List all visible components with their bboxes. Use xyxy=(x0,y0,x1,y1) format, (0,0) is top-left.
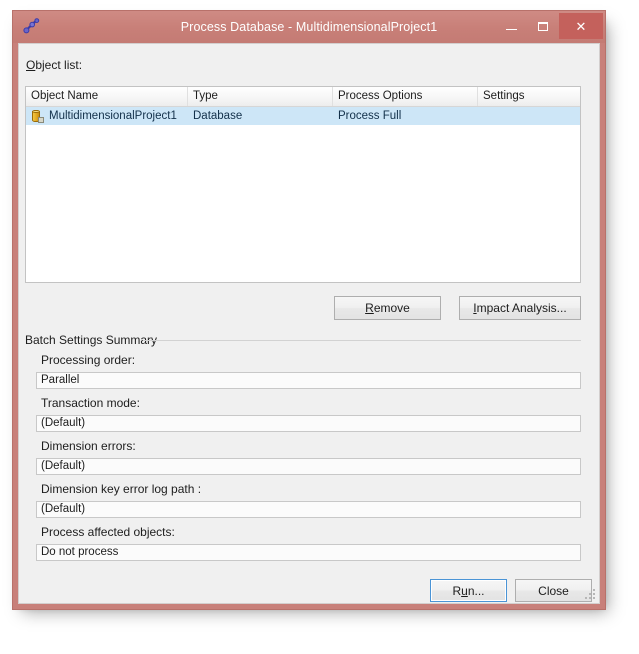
resize-grip[interactable] xyxy=(584,588,596,600)
maximize-button[interactable] xyxy=(527,13,559,39)
title-bar[interactable]: Process Database - MultidimensionalProje… xyxy=(13,11,605,43)
minimize-button[interactable] xyxy=(495,13,527,39)
processing-order-label: Processing order: xyxy=(41,353,136,367)
impact-analysis-button[interactable]: Impact Analysis... xyxy=(459,296,581,320)
process-database-icon xyxy=(23,18,41,36)
batch-settings-group-divider xyxy=(143,340,581,341)
dimension-key-error-log-path-label: Dimension key error log path : xyxy=(41,482,202,496)
impact-analysis-button-label: mpact Analysis... xyxy=(476,301,567,315)
transaction-mode-label: Transaction mode: xyxy=(41,396,140,410)
remove-button-accel: R xyxy=(365,301,374,315)
table-row[interactable]: MultidimensionalProject1 Database Proces… xyxy=(26,107,580,125)
close-button[interactable]: ✕ xyxy=(559,13,603,39)
column-header-settings[interactable]: Settings xyxy=(478,87,580,106)
object-list-label: Object list: xyxy=(26,58,82,72)
remove-button-label: emove xyxy=(373,301,410,315)
object-list-label-rest: bject list: xyxy=(35,58,83,72)
object-list-view[interactable]: Object Name Type Process Options Setting… xyxy=(25,86,581,283)
process-affected-objects-label: Process affected objects: xyxy=(41,525,175,539)
cell-type: Database xyxy=(193,110,243,122)
maximize-icon xyxy=(538,21,548,31)
batch-settings-group-title: Batch Settings Summary xyxy=(25,333,163,347)
object-list-label-accel: O xyxy=(26,58,36,72)
dimension-key-error-log-path-value: (Default) xyxy=(36,501,581,518)
close-icon: ✕ xyxy=(575,18,587,34)
remove-button[interactable]: Remove xyxy=(334,296,441,320)
dimension-errors-label: Dimension errors: xyxy=(41,439,136,453)
run-button-accel: u xyxy=(461,583,468,598)
run-button-label-pre: R xyxy=(452,583,462,598)
process-affected-objects-value: Do not process xyxy=(36,544,581,561)
transaction-mode-value: (Default) xyxy=(36,415,581,432)
column-header-type[interactable]: Type xyxy=(188,87,333,106)
screen: Process Database - MultidimensionalProje… xyxy=(0,0,639,654)
processing-order-value: Parallel xyxy=(36,372,581,389)
cell-object-name-text: MultidimensionalProject1 xyxy=(49,110,177,122)
column-header-object-name[interactable]: Object Name xyxy=(26,87,188,106)
close-dialog-button-label: Close xyxy=(538,583,569,598)
dialog-client-area: Object list: Object Name Type Process Op… xyxy=(18,43,600,604)
close-dialog-button[interactable]: Close xyxy=(515,579,592,602)
database-icon xyxy=(31,109,44,123)
dimension-errors-value: (Default) xyxy=(36,458,581,475)
run-button-label-post: n... xyxy=(467,583,485,598)
minimize-icon xyxy=(505,29,517,30)
object-list-header-row: Object Name Type Process Options Setting… xyxy=(26,87,580,107)
cell-process-options[interactable]: Process Full xyxy=(333,107,478,125)
run-button[interactable]: Ru n... xyxy=(430,579,507,602)
caption-buttons: ✕ xyxy=(495,13,603,39)
cell-object-name: MultidimensionalProject1 xyxy=(26,107,188,125)
process-database-dialog: Process Database - MultidimensionalProje… xyxy=(12,10,606,610)
column-header-process-options[interactable]: Process Options xyxy=(333,87,478,106)
